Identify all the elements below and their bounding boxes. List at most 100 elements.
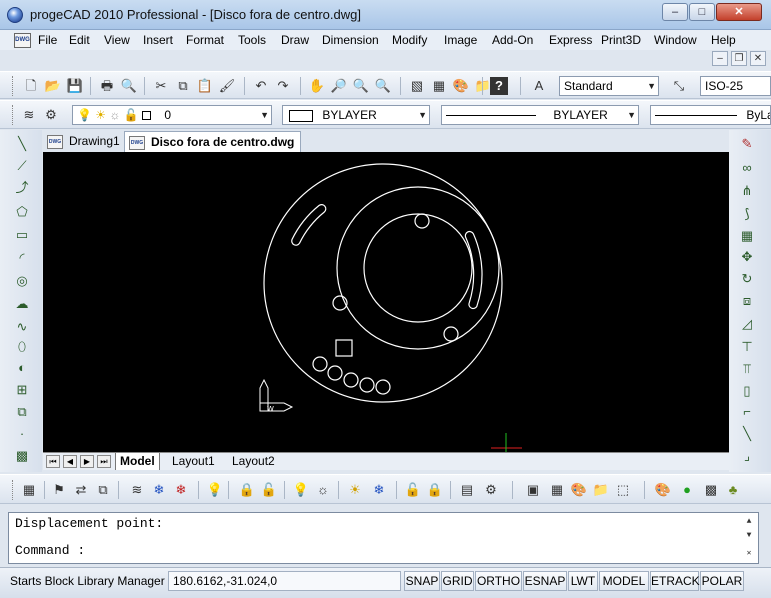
- document-icon[interactable]: DWG: [14, 33, 31, 48]
- toolbar-grip[interactable]: [12, 76, 15, 96]
- copy-object-icon[interactable]: ∞: [737, 158, 757, 178]
- cut-icon[interactable]: ✂: [152, 77, 170, 95]
- menu-file[interactable]: File: [38, 33, 57, 47]
- break-icon[interactable]: ▯: [737, 381, 757, 401]
- rotate-icon[interactable]: ↻: [737, 269, 757, 289]
- toolbar-grip[interactable]: [12, 480, 15, 500]
- undo-icon[interactable]: ↶: [252, 77, 270, 95]
- properties-icon[interactable]: ▧: [408, 77, 426, 95]
- layer-unlock-icon[interactable]: 🔓: [260, 481, 278, 499]
- lights-icon[interactable]: 🎨: [570, 481, 588, 499]
- grid-toggle[interactable]: GRID: [441, 571, 474, 591]
- ray-icon[interactable]: ⟋: [12, 156, 32, 176]
- dimension-style-icon[interactable]: ⤡: [670, 77, 688, 95]
- layers-on-all-icon[interactable]: 💡: [292, 481, 310, 499]
- color-dropdown[interactable]: BYLAYER ▼: [282, 105, 430, 125]
- palette-icon[interactable]: 🎨: [654, 481, 672, 499]
- center-bore-circle[interactable]: [363, 213, 473, 323]
- slot-left[interactable]: [291, 204, 327, 246]
- folder-icon[interactable]: 📁: [592, 481, 610, 499]
- zoom-window-icon[interactable]: 🔍: [352, 77, 370, 95]
- menu-express[interactable]: Express: [549, 33, 592, 47]
- hatch-icon[interactable]: ▩: [12, 446, 32, 466]
- render-icon[interactable]: ▣: [524, 481, 542, 499]
- drawing-canvas[interactable]: W: [43, 152, 729, 453]
- expand-icon[interactable]: ✕: [742, 547, 756, 561]
- offset-ring-circle[interactable]: [336, 186, 500, 350]
- line-icon[interactable]: ╲: [12, 134, 32, 154]
- hole-circle[interactable]: [312, 356, 328, 372]
- layers-unlock-all-icon[interactable]: 🔓: [404, 481, 422, 499]
- scroll-up-icon[interactable]: ▲: [742, 515, 756, 529]
- tab-drawing1[interactable]: DWG Drawing1: [47, 131, 120, 152]
- rectangle-icon[interactable]: ▭: [12, 225, 32, 245]
- save-icon[interactable]: 💾: [66, 77, 84, 95]
- layer-dropdown[interactable]: 💡 ☀ ☼ 🔓 0 ▼: [72, 105, 272, 125]
- menu-draw[interactable]: Draw: [281, 33, 309, 47]
- command-window[interactable]: Displacement point: Command : ▲ ▼ ✕: [8, 512, 759, 564]
- layer-thaw-icon[interactable]: ☀: [95, 108, 106, 122]
- menu-format[interactable]: Format: [186, 33, 224, 47]
- layer-toggle-icon[interactable]: ☼: [314, 481, 332, 499]
- background-icon[interactable]: ⬚: [614, 481, 632, 499]
- previous-tab-button[interactable]: ◀: [63, 455, 77, 468]
- block-attribute-icon[interactable]: ⚑: [50, 481, 68, 499]
- copy-icon[interactable]: ⧉: [174, 77, 192, 95]
- match-properties-icon[interactable]: 🖌: [218, 77, 236, 95]
- open-folder-icon[interactable]: 📂: [44, 77, 62, 95]
- tab-layout2[interactable]: Layout2: [232, 453, 275, 470]
- maximize-button[interactable]: □: [689, 3, 715, 21]
- scale-icon[interactable]: ⧈: [737, 291, 757, 311]
- dimension-style-dropdown[interactable]: ISO-25: [700, 76, 771, 96]
- spline-icon[interactable]: ∿: [12, 317, 32, 337]
- block-library-icon[interactable]: ▦: [20, 481, 38, 499]
- hole-circle[interactable]: [443, 326, 459, 342]
- menu-print3d[interactable]: Print3D: [601, 33, 641, 47]
- mirror-icon[interactable]: ⋔: [737, 181, 757, 201]
- help-icon[interactable]: ?: [490, 77, 508, 95]
- tab-disco-fora-de-centro[interactable]: DWG Disco fora de centro.dwg: [124, 131, 302, 152]
- landscape-icon[interactable]: ♣: [724, 481, 742, 499]
- layer-isolate-icon[interactable]: ≋: [128, 481, 146, 499]
- menu-image[interactable]: Image: [444, 33, 477, 47]
- menu-insert[interactable]: Insert: [143, 33, 173, 47]
- layers-thaw-all-icon[interactable]: ☀: [346, 481, 364, 499]
- ellipse-arc-icon[interactable]: ◐: [12, 358, 32, 378]
- snap-toggle[interactable]: SNAP: [404, 571, 440, 591]
- layer-off-icon[interactable]: 💡: [206, 481, 224, 499]
- command-prompt[interactable]: Command :: [15, 543, 85, 558]
- outer-disc-circle[interactable]: [263, 163, 503, 403]
- design-center-icon[interactable]: ▦: [430, 77, 448, 95]
- lineweight-dropdown[interactable]: ByLa: [650, 105, 771, 125]
- layer-on-icon[interactable]: 💡: [77, 108, 92, 122]
- layer-lock-icon[interactable]: 🔒: [238, 481, 256, 499]
- menu-edit[interactable]: Edit: [69, 33, 90, 47]
- print-icon[interactable]: 🖶: [98, 77, 116, 95]
- layer-freeze-icon[interactable]: ❄: [150, 481, 168, 499]
- toolbar-grip[interactable]: [12, 105, 15, 125]
- layer-walk-icon[interactable]: ▤: [458, 481, 476, 499]
- hole-circle[interactable]: [375, 379, 391, 395]
- make-block-icon[interactable]: ⧉: [12, 402, 32, 422]
- menu-help[interactable]: Help: [711, 33, 736, 47]
- text-style-dropdown[interactable]: Standard ▼: [559, 76, 659, 96]
- point-icon[interactable]: ·: [12, 424, 32, 444]
- menu-tools[interactable]: Tools: [238, 33, 266, 47]
- move-icon[interactable]: ✥: [737, 247, 757, 267]
- stretch-icon[interactable]: ◿: [737, 314, 757, 334]
- coordinate-readout[interactable]: 180.6162,-31.024,0: [168, 571, 401, 591]
- scroll-down-icon[interactable]: ▼: [742, 529, 756, 543]
- last-tab-button[interactable]: ⏭: [97, 455, 111, 468]
- zoom-realtime-icon[interactable]: 🔎: [330, 77, 348, 95]
- model-toggle[interactable]: MODEL: [599, 571, 649, 591]
- document-restore-button[interactable]: ❐: [731, 51, 747, 66]
- next-tab-button[interactable]: ▶: [80, 455, 94, 468]
- layer-viewport-icon[interactable]: ☼: [109, 108, 120, 122]
- materials-icon[interactable]: ▦: [548, 481, 566, 499]
- close-button[interactable]: ✕: [716, 3, 762, 21]
- block-replace-icon[interactable]: ⇄: [72, 481, 90, 499]
- redo-icon[interactable]: ↷: [274, 77, 292, 95]
- tool-palettes-icon[interactable]: 🎨: [452, 77, 470, 95]
- fillet-icon[interactable]: ╲: [737, 424, 757, 444]
- document-close-button[interactable]: ✕: [750, 51, 766, 66]
